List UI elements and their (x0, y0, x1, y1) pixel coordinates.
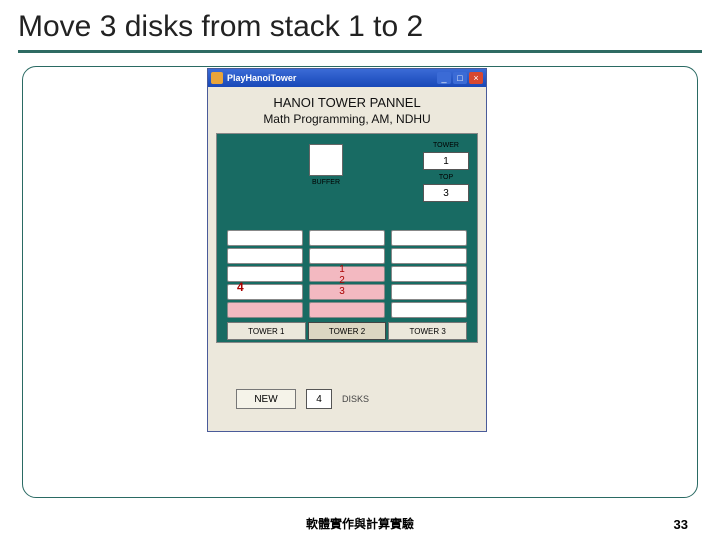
new-button[interactable]: NEW (236, 389, 296, 409)
tower-label: TOWER (423, 142, 469, 149)
radio-tower-1[interactable]: TOWER 1 (227, 322, 306, 340)
panel-heading: HANOI TOWER PANNEL (216, 95, 478, 110)
minimize-icon[interactable]: _ (437, 72, 451, 84)
buffer-label: BUFFER (309, 179, 343, 186)
disk-number: 1 (335, 264, 349, 275)
tower-slot (391, 302, 467, 318)
tower-selector: TOWER 1 TOWER 2 TOWER 3 (227, 322, 467, 340)
window-client-area: HANOI TOWER PANNEL Math Programming, AM,… (208, 87, 486, 431)
disk-number: 3 (335, 286, 349, 297)
tower-slot (309, 248, 385, 264)
tower2-disk-numbers: 1 2 3 (335, 264, 349, 297)
tower-field[interactable]: 1 (423, 152, 469, 170)
app-icon (211, 72, 223, 84)
titlebar: PlayHanoiTower _ □ × (208, 69, 486, 87)
top-label: TOP (423, 174, 469, 181)
disk[interactable] (227, 302, 303, 318)
tower-slot (391, 284, 467, 300)
disk-number: 2 (335, 275, 349, 286)
tower-slot (227, 230, 303, 246)
page-number: 33 (674, 517, 688, 532)
tower-slot (227, 248, 303, 264)
buffer-box (309, 144, 343, 176)
tower-slot (391, 230, 467, 246)
maximize-icon[interactable]: □ (453, 72, 467, 84)
slide-footer: 軟體實作與計算實驗 (0, 515, 720, 532)
title-underline (18, 50, 702, 53)
content-frame: PlayHanoiTower _ □ × HANOI TOWER PANNEL … (22, 66, 698, 498)
tower-1 (227, 214, 303, 318)
window-controls: _ □ × (437, 72, 483, 84)
radio-tower-3[interactable]: TOWER 3 (388, 322, 467, 340)
tower-slot (309, 230, 385, 246)
tower-slot (391, 248, 467, 264)
tower-slot (391, 266, 467, 282)
top-field[interactable]: 3 (423, 184, 469, 202)
hanoi-panel: BUFFER TOWER 1 TOP 3 (216, 133, 478, 343)
window-title: PlayHanoiTower (227, 73, 437, 83)
bottom-controls: NEW 4 DISKS (236, 389, 369, 409)
disk[interactable] (309, 302, 385, 318)
app-window: PlayHanoiTower _ □ × HANOI TOWER PANNEL … (207, 68, 487, 432)
close-icon[interactable]: × (469, 72, 483, 84)
slide-title: Move 3 disks from stack 1 to 2 (0, 0, 720, 50)
tower-3 (391, 214, 467, 318)
tower1-disk-count: 4 (237, 280, 244, 294)
panel-subheading: Math Programming, AM, NDHU (216, 112, 478, 126)
disks-field[interactable]: 4 (306, 389, 332, 409)
radio-tower-2[interactable]: TOWER 2 (308, 322, 387, 340)
disks-label: DISKS (342, 394, 369, 404)
